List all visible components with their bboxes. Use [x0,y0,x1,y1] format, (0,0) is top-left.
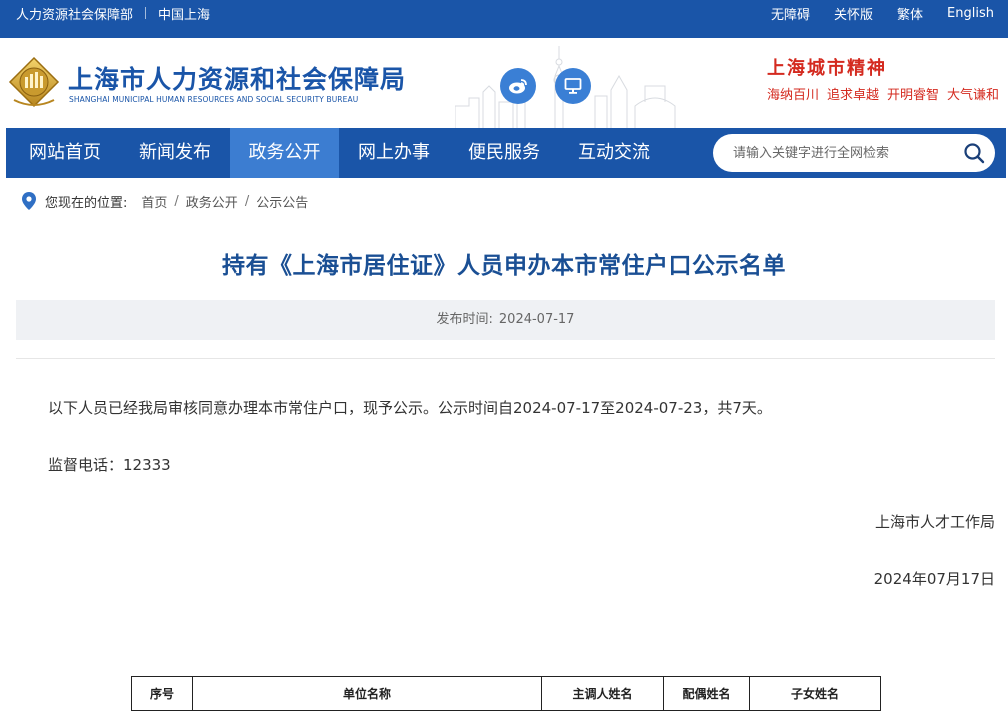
supervision-hotline: 监督电话：12333 [48,456,171,474]
elderly-mode-link[interactable]: 关怀版 [834,4,873,23]
spirit-word: 海纳百川 [767,88,820,103]
site-title[interactable]: 上海市人力资源和社会保障局 [68,60,406,96]
english-link[interactable]: English [947,6,994,21]
content-divider [16,358,995,359]
publish-label: 发布时间: [436,312,493,327]
search-input[interactable] [733,143,953,163]
article-title: 持有《上海市居住证》人员申办本市常住户口公示名单 [222,253,786,279]
city-spirit-title: 上海城市精神 [767,58,887,79]
table-header-cell: 子女姓名 [749,676,881,711]
top-utility-bar: 人力资源社会保障部 中国上海 无障碍 关怀版 繁体 English [0,0,1008,38]
nav-item-government-affairs[interactable]: 政务公开 [230,128,339,178]
nav-item-interaction[interactable]: 互动交流 [559,128,669,178]
search-icon[interactable] [963,142,985,164]
spirit-word: 追求卓越 [827,88,880,103]
site-header: 上海市人力资源和社会保障局 SHANGHAI MUNICIPAL HUMAN R… [0,38,1008,128]
nav-item-public-services[interactable]: 便民服务 [449,128,559,178]
breadcrumb: 您现在的位置: 首页 / 政务公开 / 公示公告 [22,191,308,211]
signature-date: 2024年07月17日 [873,570,995,588]
table-header-cell: 主调人姓名 [541,676,664,711]
nav-item-home[interactable]: 网站首页 [6,128,124,178]
search-box [713,134,995,172]
breadcrumb-separator: / [244,193,250,209]
top-right-links: 无障碍 关怀版 繁体 English [771,0,994,26]
signature-organization: 上海市人才工作局 [874,513,995,531]
site-subtitle: SHANGHAI MUNICIPAL HUMAN RESOURCES AND S… [69,95,359,104]
publicity-list-table: 序号 单位名称 主调人姓名 配偶姓名 子女姓名 [131,676,881,711]
weibo-icon [509,79,527,94]
nav-item-online-services[interactable]: 网上办事 [339,128,449,178]
publish-info-bar: 发布时间: 2024-07-17 [16,300,995,340]
mohrss-link[interactable]: 人力资源社会保障部 [16,4,133,23]
table-header-cell: 配偶姓名 [663,676,750,711]
nav-item-news[interactable]: 新闻发布 [120,128,230,178]
table-header-cell: 单位名称 [192,676,542,711]
traditional-chinese-link[interactable]: 繁体 [897,4,923,23]
location-pin-icon [22,192,36,210]
publish-date: 2024-07-17 [498,312,575,327]
breadcrumb-announcements[interactable]: 公示公告 [256,192,308,211]
table-header-row: 序号 单位名称 主调人姓名 配偶姓名 子女姓名 [131,676,881,711]
spirit-word: 大气谦和 [947,88,1000,103]
weibo-button[interactable] [500,68,536,104]
table-header-cell: 序号 [131,676,193,711]
spirit-word: 开明睿智 [887,88,940,103]
main-nav: 网站首页 新闻发布 政务公开 网上办事 便民服务 互动交流 [6,128,1006,178]
bureau-emblem-icon[interactable] [6,56,62,110]
city-spirit-words: 海纳百川 追求卓越 开明睿智 大气谦和 [767,84,1007,103]
china-shanghai-link[interactable]: 中国上海 [158,4,210,23]
top-left-links: 人力资源社会保障部 中国上海 [16,0,210,26]
breadcrumb-home[interactable]: 首页 [141,192,167,211]
breadcrumb-lead: 您现在的位置: [45,195,128,211]
top-divider [145,7,147,19]
accessibility-link[interactable]: 无障碍 [771,4,810,23]
breadcrumb-government-affairs[interactable]: 政务公开 [186,192,238,211]
desktop-icon [564,78,582,94]
desktop-version-button[interactable] [555,68,591,104]
breadcrumb-separator: / [174,193,179,209]
announcement-paragraph: 以下人员已经我局审核同意办理本市常住户口，现予公示。公示时间自2024-07-1… [48,399,772,417]
